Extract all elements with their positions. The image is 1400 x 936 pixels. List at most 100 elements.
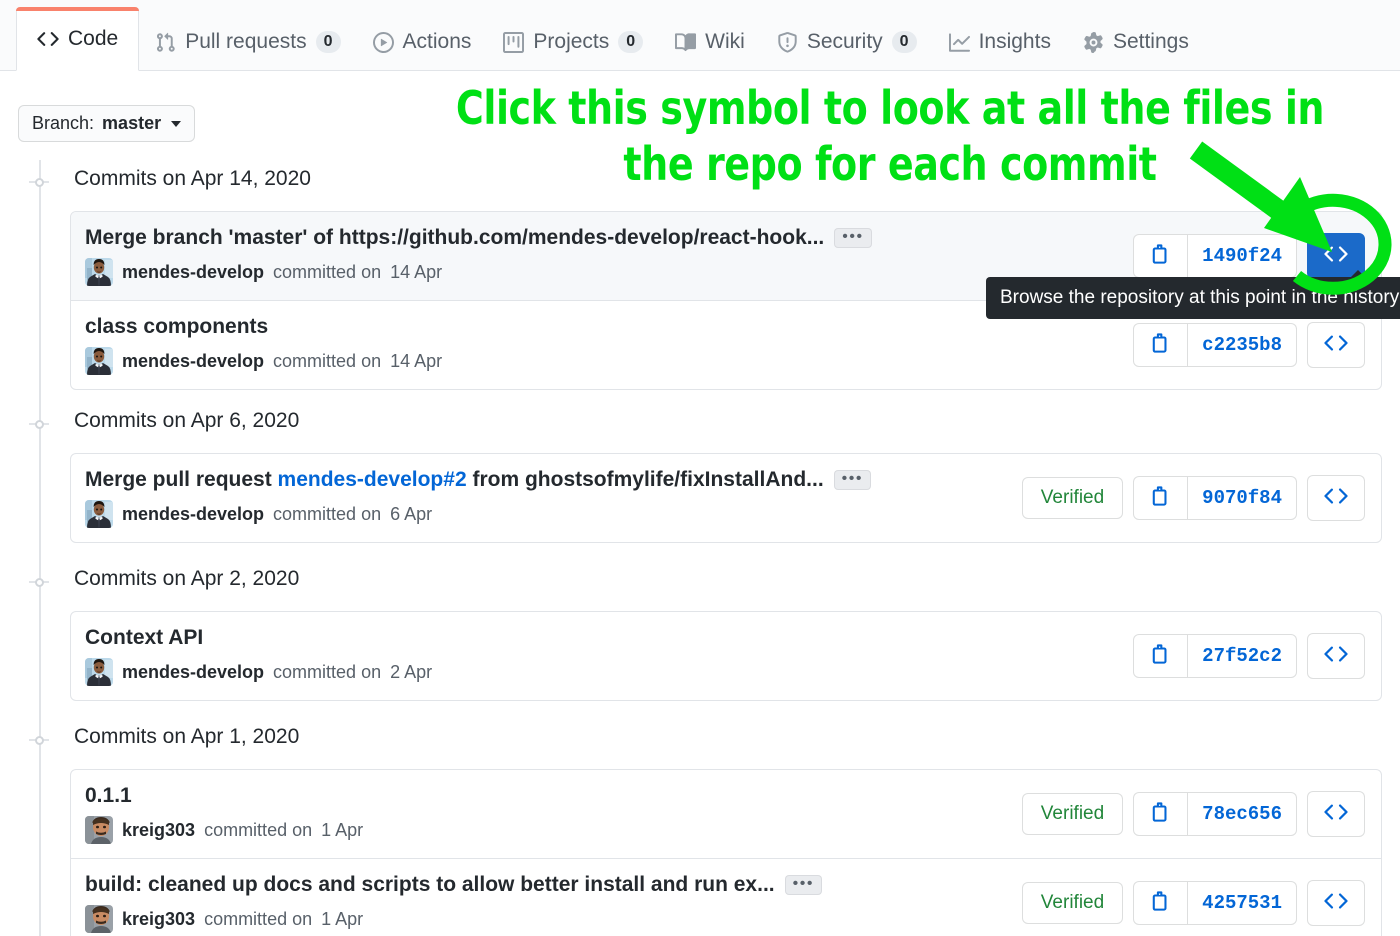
commit-message[interactable]: 0.1.1 [85, 784, 132, 808]
commit-sha-group: 1490f24 [1133, 234, 1297, 278]
commit-author-link[interactable]: mendes-develop [122, 351, 264, 372]
commit-row[interactable]: build: cleaned up docs and scripts to al… [71, 859, 1381, 936]
commit-meta: mendes-develop committed on 6 Apr [85, 500, 1022, 528]
commit-sha-link[interactable]: 4257531 [1188, 882, 1296, 924]
commit-sha-link[interactable]: c2235b8 [1188, 324, 1296, 366]
avatar[interactable] [85, 816, 113, 844]
avatar[interactable] [85, 258, 113, 286]
copy-sha-button[interactable] [1134, 635, 1189, 677]
tab-label: Pull requests [185, 30, 307, 53]
browse-repository-button[interactable] [1307, 880, 1365, 926]
browse-repository-button[interactable] [1307, 791, 1365, 837]
expand-commit-message-button[interactable]: ••• [833, 470, 871, 490]
tab-counter-badge: 0 [891, 31, 917, 53]
commit-title-line: Merge pull request mendes-develop#2 from… [85, 468, 1022, 492]
commit-row[interactable]: 0.1.1 kreig303 committed on 1 Apr Verified 78… [71, 770, 1381, 859]
browse-repository-button[interactable] [1307, 322, 1365, 368]
pull-request-link[interactable]: mendes-develop#2 [278, 468, 467, 491]
commit-sha-group: 27f52c2 [1133, 634, 1297, 678]
commit-date: 2 Apr [390, 661, 433, 682]
copy-sha-button[interactable] [1134, 477, 1189, 519]
copy-sha-button[interactable] [1134, 793, 1189, 835]
tab-projects[interactable]: Projects 0 [487, 14, 659, 70]
commit-author-link[interactable]: mendes-develop [122, 504, 264, 525]
avatar[interactable] [85, 500, 113, 528]
commit-group-heading: Commits on Apr 1, 2020 [74, 725, 300, 748]
commit-title-line: Merge branch 'master' of https://github.… [85, 226, 1133, 250]
tab-label: Insights [978, 30, 1051, 53]
copy-sha-button[interactable] [1134, 324, 1189, 366]
commit-main: Merge pull request mendes-develop#2 from… [85, 468, 1022, 528]
commit-author-link[interactable]: kreig303 [122, 820, 195, 841]
tab-counter-badge: 0 [618, 31, 644, 53]
tab-code[interactable]: Code [15, 7, 140, 71]
commit-title-line: class components [85, 315, 1133, 339]
code-icon [1324, 889, 1348, 918]
commit-message[interactable]: build: cleaned up docs and scripts to al… [85, 873, 775, 897]
tab-insights[interactable]: Insights [933, 14, 1067, 70]
committed-label: committed on [204, 908, 313, 929]
commit-sha-group: c2235b8 [1133, 323, 1297, 367]
commit-sha-group: 78ec656 [1133, 792, 1297, 836]
browse-repository-tooltip: Browse the repository at this point in t… [986, 270, 1400, 319]
play-icon [372, 31, 394, 53]
commit-sha-link[interactable]: 1490f24 [1188, 235, 1296, 277]
tab-pull-requests[interactable]: Pull requests 0 [139, 14, 356, 70]
commit-main: build: cleaned up docs and scripts to al… [85, 873, 1022, 933]
code-icon [1324, 242, 1348, 271]
committed-label: committed on [273, 661, 382, 682]
commit-row[interactable]: Merge pull request mendes-develop#2 from… [71, 454, 1381, 542]
commit-message[interactable]: Context API [85, 626, 203, 650]
commit-sha-link[interactable]: 9070f84 [1188, 477, 1296, 519]
shield-alert-icon [777, 31, 798, 53]
copy-sha-button[interactable] [1134, 882, 1189, 924]
code-icon [1324, 331, 1348, 360]
browse-repository-button[interactable] [1307, 475, 1365, 521]
tab-security[interactable]: Security 0 [761, 14, 933, 70]
tab-wiki[interactable]: Wiki [659, 14, 761, 70]
commit-author-link[interactable]: kreig303 [122, 909, 195, 930]
graph-icon [948, 32, 970, 53]
commit-title-line: 0.1.1 [85, 784, 1022, 808]
commit-message[interactable]: class components [85, 315, 268, 339]
code-icon [37, 28, 59, 50]
verified-badge[interactable]: Verified [1021, 477, 1124, 519]
commit-author-link[interactable]: mendes-develop [122, 262, 264, 283]
committed-label: committed on [273, 261, 382, 282]
commit-author-link[interactable]: mendes-develop [122, 662, 264, 683]
commit-message[interactable]: Merge pull request mendes-develop#2 from… [85, 468, 824, 492]
tab-settings[interactable]: Settings [1067, 14, 1205, 70]
tab-label: Actions [402, 30, 472, 53]
browse-repository-button[interactable] [1307, 633, 1365, 679]
commit-sha-group: 4257531 [1133, 881, 1297, 925]
copy-sha-button[interactable] [1134, 235, 1189, 277]
avatar[interactable] [85, 905, 113, 933]
commit-date: 14 Apr [390, 261, 443, 282]
clipboard-icon [1150, 485, 1172, 512]
commit-actions: Verified 78ec656 [1021, 791, 1365, 837]
commit-date: 1 Apr [321, 908, 364, 929]
timeline-node [29, 414, 49, 434]
commit-sha-link[interactable]: 27f52c2 [1188, 635, 1296, 677]
commit-row[interactable]: Context API mendes-develop committed on 2 A… [71, 612, 1381, 700]
gear-icon [1083, 31, 1104, 53]
branch-selector-button[interactable]: Branch: master [18, 105, 196, 142]
expand-commit-message-button[interactable]: ••• [834, 228, 872, 248]
avatar[interactable] [85, 347, 113, 375]
commit-message-suffix: from ghostsofmylife/fixInstallAnd... [466, 468, 824, 491]
clipboard-icon [1150, 801, 1172, 828]
clipboard-icon [1150, 243, 1172, 270]
commit-meta: mendes-develop committed on 2 Apr [85, 658, 1133, 686]
verified-badge[interactable]: Verified [1021, 882, 1124, 924]
tab-actions[interactable]: Actions [357, 14, 488, 70]
commit-title-line: Context API [85, 626, 1133, 650]
commit-sha-link[interactable]: 78ec656 [1188, 793, 1296, 835]
verified-badge[interactable]: Verified [1021, 793, 1124, 835]
avatar[interactable] [85, 658, 113, 686]
commit-actions: c2235b8 [1133, 322, 1365, 368]
commit-message[interactable]: Merge branch 'master' of https://github.… [85, 226, 824, 250]
commit-actions: 1490f24 [1133, 233, 1365, 279]
expand-commit-message-button[interactable]: ••• [784, 875, 822, 895]
commit-meta: kreig303 committed on 1 Apr [85, 905, 1022, 933]
committed-label: committed on [204, 819, 313, 840]
